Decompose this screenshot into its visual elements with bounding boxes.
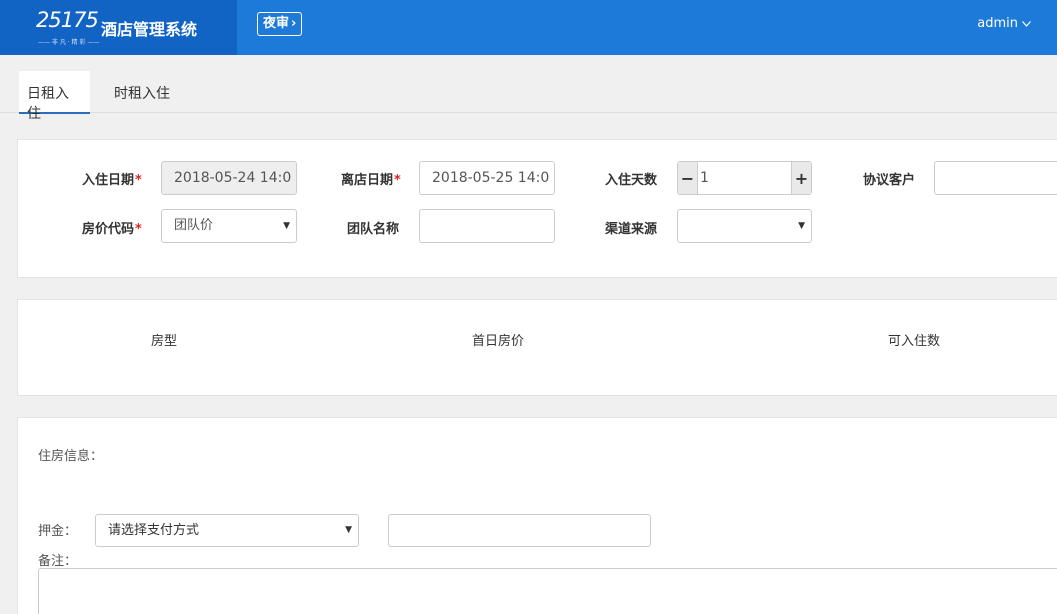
channel-select[interactable]: ▼ [677,209,812,243]
top-navbar: 25175 —— 非 凡 · 精 彩 —— 酒店管理系统 夜审 › admin [0,0,1057,55]
remark-label: 备注： [38,554,78,569]
chevron-down-icon [1022,20,1031,27]
rate-code-label: 房价代码* [82,222,142,237]
group-name-field[interactable] [419,209,555,243]
column-available-count: 可入住数 [888,334,941,349]
payment-method-select[interactable]: 请选择支付方式 ▼ [95,514,359,547]
app-title: 酒店管理系统 [101,20,198,39]
room-type-table: 房型 首日房价 可入住数 [17,299,1057,396]
agreement-customer-label: 协议客户 [863,173,916,188]
group-name-label: 团队名称 [347,222,400,237]
caret-down-icon: ▼ [345,525,352,535]
remark-textarea[interactable] [38,568,1057,614]
night-audit-button[interactable]: 夜审 › [257,12,303,36]
user-menu[interactable]: admin [977,16,1031,31]
minus-icon[interactable]: − [678,162,697,194]
room-info-card: 住房信息： 押金： 请选择支付方式 ▼ 备注： [17,417,1057,614]
checkin-date-field[interactable]: 2018-05-24 14:0 [161,161,297,195]
deposit-amount-input[interactable] [388,514,651,547]
logo: 25175 —— 非 凡 · 精 彩 —— [36,8,99,48]
logo-slogan: —— 非 凡 · 精 彩 —— [38,39,100,46]
deposit-label: 押金： [38,524,78,539]
column-first-day-price: 首日房价 [472,334,525,349]
brand-area: 25175 —— 非 凡 · 精 彩 —— 酒店管理系统 [0,0,237,55]
nights-stepper: − 1 + [677,161,812,195]
plus-icon[interactable]: + [792,162,811,194]
checkout-date-label: 离店日期* [341,173,401,188]
checkout-date-field[interactable]: 2018-05-25 14:0 [419,161,555,195]
night-audit-label: 夜审 [263,16,290,31]
payment-method-value: 请选择支付方式 [108,523,200,538]
caret-down-icon: ▼ [283,221,290,231]
channel-label: 渠道来源 [605,222,658,237]
rate-code-value: 团队价 [174,218,214,233]
logo-text: 25175 [36,8,99,32]
user-name: admin [977,16,1018,31]
checkin-tabs: 日租入住 时租入住 [0,55,1057,122]
chevron-right-icon: › [291,16,297,31]
checkin-form-card: 入住日期* 2018-05-24 14:0 离店日期* 2018-05-25 1… [17,139,1057,278]
column-room-type: 房型 [151,334,178,349]
tab-hourly-checkin[interactable]: 时租入住 [106,71,180,114]
checkin-date-label: 入住日期* [82,173,142,188]
nights-input[interactable]: 1 [697,162,792,194]
agreement-customer-field[interactable] [934,161,1057,195]
room-info-label: 住房信息： [38,449,104,464]
rate-code-select[interactable]: 团队价 ▼ [161,209,297,243]
tab-daily-checkin[interactable]: 日租入住 [19,71,90,122]
nights-label: 入住天数 [605,173,658,188]
caret-down-icon: ▼ [798,221,805,231]
